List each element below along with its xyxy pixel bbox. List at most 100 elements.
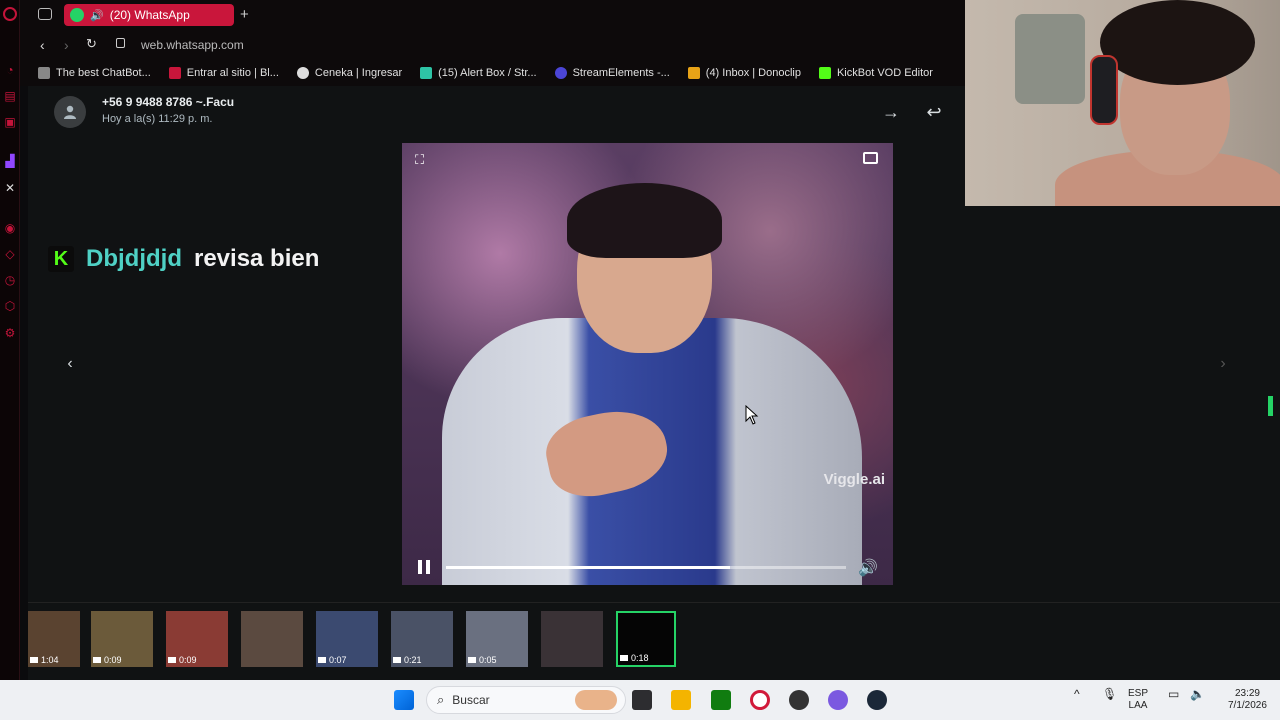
bookmark-item[interactable]: Ceneka | Ingresar — [296, 67, 402, 79]
tab-whatsapp[interactable]: 🔊 (20) WhatsApp — [64, 4, 234, 26]
progress-bar[interactable] — [446, 566, 846, 569]
watermark: Viggle.ai — [823, 471, 885, 488]
chat-text: revisa bien — [193, 245, 320, 272]
chat-username: Dbjdjdjd — [86, 245, 182, 272]
volume-icon[interactable]: 🔈 — [1190, 688, 1205, 700]
language-indicator[interactable]: ESP LAA — [1128, 688, 1148, 712]
task-view-icon[interactable] — [632, 690, 652, 710]
clock[interactable]: 23:29 7/1/2026 — [1228, 688, 1267, 712]
scroll-indicator — [1268, 396, 1273, 416]
settings-icon[interactable]: ⚙ — [2, 325, 18, 341]
sidebar-app-icon[interactable]: ⬡ — [2, 298, 18, 314]
media-thumbnail[interactable]: 0:09 — [166, 611, 228, 667]
sidebar-app-icon[interactable]: ◔ — [2, 62, 18, 78]
bookmark-item[interactable]: Entrar al sitio | Bl... — [168, 67, 279, 79]
media-thumbnail[interactable]: 0:21 — [391, 611, 453, 667]
sidebar-app-icon[interactable]: ▣ — [2, 114, 18, 130]
bookmarks-bar: The best ChatBot... Entrar al sitio | Bl… — [20, 60, 965, 86]
search-highlight-image — [575, 690, 617, 710]
picture-in-picture-icon[interactable] — [863, 152, 878, 164]
video-controls: 🔊 — [402, 551, 893, 585]
file-explorer-icon[interactable] — [671, 690, 691, 710]
app-icon[interactable] — [828, 690, 848, 710]
video-camera-icon — [468, 657, 476, 663]
forward-icon[interactable]: › — [64, 37, 69, 53]
avatar[interactable] — [54, 96, 86, 128]
video-camera-icon — [30, 657, 38, 663]
webcam-wall-shirt — [1015, 14, 1085, 104]
bookmark-icon — [296, 67, 309, 79]
media-thumbnail[interactable]: 0:05 — [466, 611, 528, 667]
video-camera-icon — [93, 657, 101, 663]
video-player[interactable]: ⛶ Viggle.ai 🔊 — [402, 143, 893, 585]
whatsapp-icon — [70, 8, 84, 22]
bookmark-icon — [38, 67, 50, 79]
app-icon[interactable] — [789, 690, 809, 710]
sidebar-app-icon[interactable]: ▤ — [2, 88, 18, 104]
tab-bar: 🔊 (20) WhatsApp + — [20, 0, 965, 30]
media-thumbnail[interactable] — [241, 611, 303, 667]
media-thumbnail[interactable]: 0:07 — [316, 611, 378, 667]
bookmark-item[interactable]: The best ChatBot... — [38, 67, 151, 79]
steam-icon[interactable] — [867, 690, 887, 710]
bookmark-icon — [818, 67, 831, 79]
stream-chat-message: K Dbjdjdjd revisa bien — [48, 245, 319, 273]
url-field[interactable]: web.whatsapp.com — [141, 38, 244, 52]
previous-media-button[interactable]: ‹ — [56, 350, 84, 378]
media-thumbnail[interactable] — [541, 611, 603, 667]
twitch-icon[interactable]: ▟ — [2, 153, 18, 169]
speaker-icon[interactable]: 🔊 — [90, 9, 104, 22]
tab-title: (20) WhatsApp — [109, 8, 190, 22]
bookmark-item[interactable]: StreamElements -... — [554, 67, 670, 79]
webcam-overlay — [965, 0, 1280, 206]
video-duration: 0:09 — [93, 655, 122, 665]
reload-icon[interactable]: ↻ — [86, 36, 97, 52]
video-duration: 1:04 — [30, 655, 59, 665]
bookmark-icon — [554, 67, 567, 79]
lock-icon[interactable] — [116, 38, 125, 48]
back-icon[interactable]: ‹ — [40, 37, 45, 53]
video-camera-icon — [620, 655, 628, 661]
media-thumbnail[interactable]: 0:09 — [91, 611, 153, 667]
video-duration: 0:05 — [468, 655, 497, 665]
video-camera-icon — [318, 657, 326, 663]
pause-button[interactable] — [418, 560, 432, 574]
progress-fill — [446, 566, 730, 569]
next-media-button[interactable]: › — [1209, 350, 1237, 378]
chevron-up-icon[interactable]: ^ — [1074, 688, 1080, 700]
opera-logo-icon[interactable] — [3, 7, 17, 21]
media-thumbnail[interactable]: 0:18 — [616, 611, 676, 667]
sidebar-app-icon[interactable]: ◇ — [2, 246, 18, 262]
fullscreen-icon[interactable]: ⛶ — [415, 152, 424, 168]
video-subject-hair — [567, 183, 722, 258]
webcam-headset — [1090, 55, 1118, 125]
clock-icon[interactable]: ◷ — [2, 272, 18, 288]
microphone-icon[interactable]: 🎙 — [1102, 688, 1117, 700]
bookmark-item[interactable]: (4) Inbox | Donoclip — [687, 67, 801, 79]
new-tab-button[interactable]: + — [240, 6, 249, 23]
bookmark-icon — [687, 67, 700, 79]
bookmark-item[interactable]: (15) Alert Box / Str... — [420, 67, 537, 79]
person-icon — [64, 105, 76, 119]
browser-sidebar: ◔ ▤ ▣ ▟ ✕ ◉ ◇ ◷ ⬡ ⚙ — [0, 0, 20, 680]
bookmark-icon — [168, 67, 181, 79]
forward-arrow-icon[interactable]: → — [877, 98, 905, 126]
search-box[interactable]: ⌕ Buscar — [426, 686, 626, 714]
contact-name: +56 9 9488 8786 ~.Facu — [102, 95, 235, 109]
media-thumbnail[interactable]: 1:04 — [28, 611, 80, 667]
windows-start-icon[interactable] — [394, 690, 414, 710]
volume-icon[interactable]: 🔊 — [858, 558, 878, 578]
webcam-subject-hair — [1100, 0, 1255, 85]
sidebar-app-icon[interactable]: ◉ — [2, 220, 18, 236]
opera-gx-icon[interactable] — [750, 690, 770, 710]
bookmark-item[interactable]: KickBot VOD Editor — [818, 67, 933, 79]
video-duration: 0:21 — [393, 655, 422, 665]
address-bar: ‹ › ↻ web.whatsapp.com — [20, 30, 965, 60]
reply-icon[interactable]: ↩ — [920, 98, 948, 126]
tab-switcher-icon[interactable] — [38, 8, 52, 20]
network-icon[interactable]: ▭ — [1168, 688, 1179, 700]
video-duration: 0:09 — [168, 655, 197, 665]
search-icon: ⌕ — [437, 692, 445, 707]
xbox-icon[interactable] — [711, 690, 731, 710]
x-icon[interactable]: ✕ — [2, 180, 18, 196]
